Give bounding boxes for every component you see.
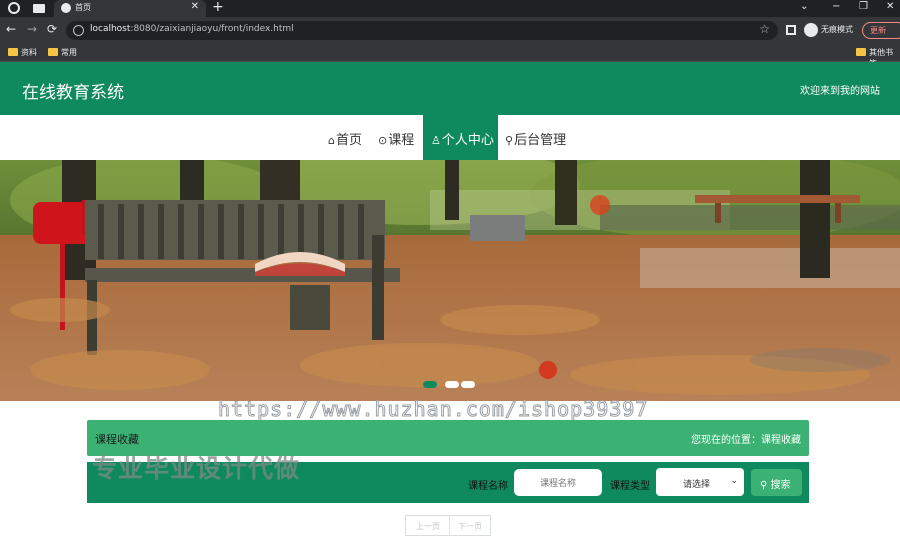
banner-carousel[interactable]: [0, 160, 900, 401]
next-page-button[interactable]: 下一页: [458, 521, 482, 532]
pager-divider: [449, 516, 450, 535]
bookmarks-bar: 资料 常用 其他书签: [0, 44, 900, 68]
back-button[interactable]: ←: [6, 22, 16, 36]
home-icon: ⌂: [328, 134, 335, 147]
update-button[interactable]: 更新: [862, 22, 900, 39]
side-panel-icon[interactable]: [786, 25, 796, 35]
gauge-icon: ⊙: [378, 134, 388, 147]
tab-strip-icon[interactable]: [33, 4, 45, 13]
search-icon: ⚲: [760, 480, 768, 491]
incognito-label: 无痕模式: [821, 25, 853, 34]
search-button[interactable]: ⚲ 搜索: [751, 469, 802, 496]
breadcrumb: 您现在的位置：课程收藏: [691, 435, 801, 446]
folder-icon: [48, 48, 58, 56]
course-type-select[interactable]: 请选择 ⌄: [656, 468, 744, 496]
watermark-text: 专业毕业设计代做: [92, 454, 301, 483]
incognito-icon: [804, 23, 818, 37]
browser-profile-icon[interactable]: [8, 2, 20, 14]
welcome-text: 欢迎来到我的网站: [800, 86, 880, 97]
maximize-button[interactable]: ❐: [859, 1, 868, 12]
bookmark-folder-ziliao[interactable]: 资料: [21, 47, 37, 58]
link-icon: ⚲: [505, 134, 514, 147]
minimize-button[interactable]: −: [832, 1, 840, 12]
select-value: 请选择: [683, 480, 711, 490]
nav-item-courses[interactable]: ⊙课程: [378, 115, 414, 160]
chevron-down-icon: ⌄: [730, 476, 738, 486]
browser-tab-strip: 首页 ✕ + ⌄ − ❐ ✕: [0, 0, 900, 17]
nav-label: 课程: [388, 133, 415, 148]
site-info-icon[interactable]: [73, 25, 84, 36]
carousel-dot-1[interactable]: [423, 381, 437, 388]
course-name-input[interactable]: [514, 469, 602, 496]
folder-icon: [8, 48, 18, 56]
reload-button[interactable]: ⟳: [47, 22, 57, 36]
new-tab-button[interactable]: +: [212, 0, 224, 15]
banner-image: [0, 160, 900, 401]
carousel-dot-3[interactable]: [461, 381, 475, 388]
address-bar[interactable]: localhost:8080/zaixianjiaoyu/front/index…: [66, 21, 778, 40]
site-title: 在线教育系统: [22, 83, 124, 103]
url-text: localhost:8080/zaixianjiaoyu/front/index…: [90, 24, 294, 34]
nav-item-home[interactable]: ⌂首页: [328, 115, 362, 160]
course-type-label: 课程类型: [610, 481, 650, 492]
carousel-dot-2[interactable]: [445, 381, 459, 388]
bookmark-folder-changyong[interactable]: 常用: [61, 47, 77, 58]
browser-tab-active[interactable]: 首页 ✕: [54, 0, 206, 17]
site-header: 在线教育系统 欢迎来到我的网站: [0, 62, 900, 115]
nav-label: 首页: [335, 133, 362, 148]
pagination: 上一页 下一页: [405, 515, 491, 536]
forward-button[interactable]: →: [27, 22, 37, 36]
watermark-url: https://www.huzhan.com/ishop39397: [217, 397, 649, 422]
nav-label: 后台管理: [514, 133, 567, 148]
user-icon: ♙: [431, 134, 441, 147]
tab-title: 首页: [75, 3, 91, 12]
main-nav: ⌂首页 ⊙课程 ♙个人中心 ⚲后台管理: [0, 115, 900, 160]
search-button-label: 搜索: [770, 480, 791, 491]
tab-search-icon[interactable]: ⌄: [800, 1, 808, 12]
prev-page-button[interactable]: 上一页: [416, 521, 440, 532]
course-name-label: 课程名称: [468, 481, 508, 492]
nav-label: 个人中心: [441, 133, 494, 148]
close-icon[interactable]: ✕: [191, 1, 199, 12]
bookmark-star-icon[interactable]: ☆: [759, 22, 770, 36]
nav-item-admin[interactable]: ⚲后台管理: [505, 115, 566, 160]
globe-icon: [61, 3, 71, 13]
window-close-button[interactable]: ✕: [886, 1, 894, 12]
page-title: 课程收藏: [95, 433, 139, 446]
folder-icon: [856, 48, 866, 56]
nav-item-profile[interactable]: ♙个人中心: [423, 115, 498, 160]
browser-toolbar: ← → ⟳ localhost:8080/zaixianjiaoyu/front…: [0, 17, 900, 44]
